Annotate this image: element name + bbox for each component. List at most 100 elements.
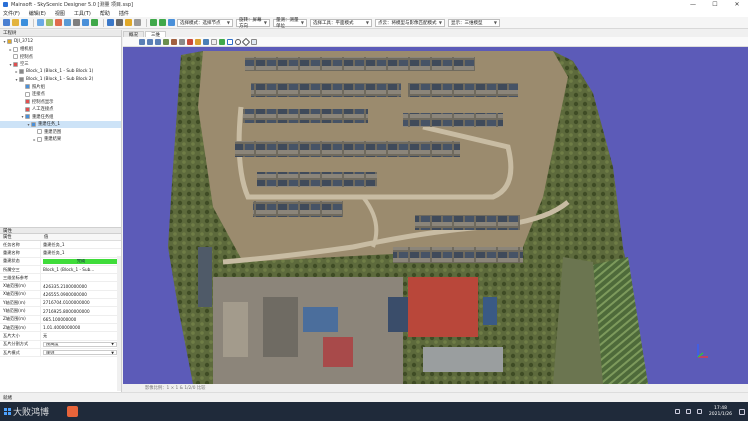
property-row: 瓦片分割方式 按高度 ▼ — [0, 340, 121, 349]
zoom-fit-icon[interactable] — [155, 38, 161, 45]
properties-title: 属性 — [3, 228, 12, 234]
network-icon[interactable] — [674, 409, 680, 414]
tree-item[interactable]: 重建范围 — [0, 128, 121, 136]
front-view-icon[interactable] — [187, 38, 193, 45]
menu-plugins[interactable]: 插件 — [119, 10, 129, 17]
sync-icon[interactable] — [159, 19, 166, 26]
3d-viewport[interactable] — [123, 47, 748, 384]
selection-mode-value: 选择模式：选择节点 — [180, 20, 221, 26]
menu-help[interactable]: 帮助 — [100, 10, 110, 17]
property-row: 重建名称 重建任务_1 — [0, 249, 121, 258]
minimize-button[interactable]: — — [682, 0, 704, 9]
menu-edit[interactable]: 编辑(E) — [29, 10, 46, 17]
layer-icon[interactable] — [82, 19, 89, 26]
properties-scrollbar[interactable] — [117, 256, 121, 391]
tree-node-icon — [25, 99, 30, 105]
property-value: 2716704.0100000000 — [41, 299, 121, 306]
ime-icon[interactable] — [696, 409, 702, 414]
save-icon[interactable] — [21, 19, 28, 26]
property-row: X轴范围(m) 426555.0900000000 — [0, 290, 121, 300]
maximize-button[interactable]: ☐ — [704, 0, 726, 9]
settings-icon[interactable] — [73, 19, 80, 26]
tree-item[interactable]: 照片组 — [0, 83, 121, 91]
select-box-icon[interactable] — [227, 38, 233, 45]
property-row: 瓦片模式 规则 ▼ — [0, 348, 121, 358]
main-toolbar: 选择模式：选择节点 ▼ 旋转：屏幕方向 ▼ 量测：测量单位 ▼ 选择工具：平面模式 ▼ … — [0, 17, 748, 29]
property-name: X轴范围(m) — [0, 282, 41, 290]
chevron-down-icon: ▼ — [365, 20, 369, 25]
start-button[interactable] — [4, 408, 11, 415]
view-tabs: 概况 三维 — [123, 30, 748, 38]
top-view-icon[interactable] — [179, 38, 185, 45]
aerotriangulation-icon[interactable] — [55, 19, 62, 26]
rotation-select[interactable]: 旋转：屏幕方向 ▼ — [236, 18, 270, 29]
pan-icon[interactable] — [163, 38, 169, 45]
tree-item-label: 人工连接点 — [32, 107, 54, 113]
selection-mode-select[interactable]: 选择模式：选择节点 ▼ — [177, 18, 233, 27]
menu-tools[interactable]: 工具(T) — [74, 10, 91, 17]
property-select[interactable]: 规则 ▼ — [43, 349, 117, 356]
lasso-icon[interactable] — [235, 38, 241, 45]
reconstruction-icon[interactable] — [64, 19, 71, 26]
import-photos-icon[interactable] — [37, 19, 44, 26]
tree-item[interactable]: ▾ 重建任务_1 — [0, 120, 121, 128]
tree-item[interactable]: 连接点 — [0, 91, 121, 99]
texture-icon[interactable] — [211, 38, 217, 45]
measure-icon[interactable] — [116, 19, 123, 26]
grid-icon[interactable] — [107, 19, 114, 26]
new-project-icon[interactable] — [3, 19, 10, 26]
lighting-icon[interactable] — [219, 38, 225, 45]
volume-icon[interactable] — [685, 409, 691, 414]
chevron-down-icon: ▼ — [300, 20, 304, 25]
rotate-icon[interactable] — [171, 38, 177, 45]
menu-view[interactable]: 视图 — [55, 10, 65, 17]
tree-item[interactable]: ▾ DJI_3712 — [0, 38, 121, 46]
open-project-icon[interactable] — [12, 19, 19, 26]
property-name: 任务名称 — [0, 241, 41, 249]
property-select[interactable]: 按高度 ▼ — [43, 341, 117, 347]
property-row: 瓦片大小无 — [0, 332, 121, 341]
side-view-icon[interactable] — [195, 38, 201, 45]
property-row: Z轴范围(m) 1.01.4000000000 — [0, 323, 121, 333]
property-value: 重建任务_1 — [41, 249, 121, 256]
title-bar: Mainsoft - SkyScenic Designer 5.0 [测量 项目… — [0, 0, 748, 9]
tree-item[interactable]: ▾ 空三 — [0, 61, 121, 69]
import-control-points-icon[interactable] — [46, 19, 53, 26]
property-value-text: 2716704.0100000000 — [43, 300, 90, 306]
clip-box-icon[interactable] — [251, 38, 257, 45]
menu-file[interactable]: 文件(F) — [3, 10, 20, 17]
tree-item[interactable]: ▾ 重建任务组 — [0, 113, 121, 121]
tree-item[interactable]: ▸ Block_1 (Block_1 - Sub Block 1) — [0, 68, 121, 76]
tree-node-icon — [25, 84, 30, 90]
tree-item[interactable]: 控制点显示 — [0, 98, 121, 106]
column-name-header: 属性 — [3, 235, 12, 240]
notification-icon[interactable] — [739, 408, 745, 415]
tree-item[interactable]: ▾ Block_1 (Block_1 - Sub Block 2) — [0, 76, 121, 84]
zoom-out-icon[interactable] — [147, 38, 153, 45]
close-button[interactable]: ✕ — [726, 0, 748, 9]
globe-icon[interactable] — [168, 19, 175, 26]
wireframe-icon[interactable] — [203, 38, 209, 45]
menu-bar: 文件(F) 编辑(E) 视图 工具(T) 帮助 插件 — [0, 9, 748, 17]
toolbar-divider — [33, 18, 34, 27]
pointcloud-mode-select[interactable]: 点云：将模型与影像匹配模式 ▼ — [375, 18, 445, 27]
property-value: 426335.2100000000 — [41, 282, 121, 289]
display-mode-select[interactable]: 显示：三维模型 ▼ — [448, 18, 500, 27]
polygon-select-icon[interactable] — [241, 37, 251, 46]
tree-node-icon — [37, 129, 42, 135]
tree-item[interactable]: 人工连接点 — [0, 106, 121, 114]
refresh-icon[interactable] — [150, 19, 157, 26]
tree-node-icon — [25, 114, 30, 120]
camera-icon[interactable] — [125, 19, 132, 26]
zoom-in-icon[interactable] — [139, 38, 145, 45]
export-icon[interactable] — [91, 19, 98, 26]
taskbar-app-icon[interactable] — [67, 406, 79, 417]
selection-tool-select[interactable]: 选择工具：平面模式 ▼ — [310, 18, 372, 27]
tree-item[interactable]: 控制点 — [0, 53, 121, 61]
clock[interactable]: 17:48 2021/1/26 — [709, 406, 732, 418]
print-icon[interactable] — [134, 19, 141, 26]
property-name: 重建状态 — [0, 257, 41, 265]
tree-item[interactable]: ▸ 重建结果 — [0, 136, 121, 144]
tree-item[interactable]: ▸ 相机组 — [0, 46, 121, 54]
measure-unit-select[interactable]: 量测：测量单位 ▼ — [273, 18, 307, 29]
